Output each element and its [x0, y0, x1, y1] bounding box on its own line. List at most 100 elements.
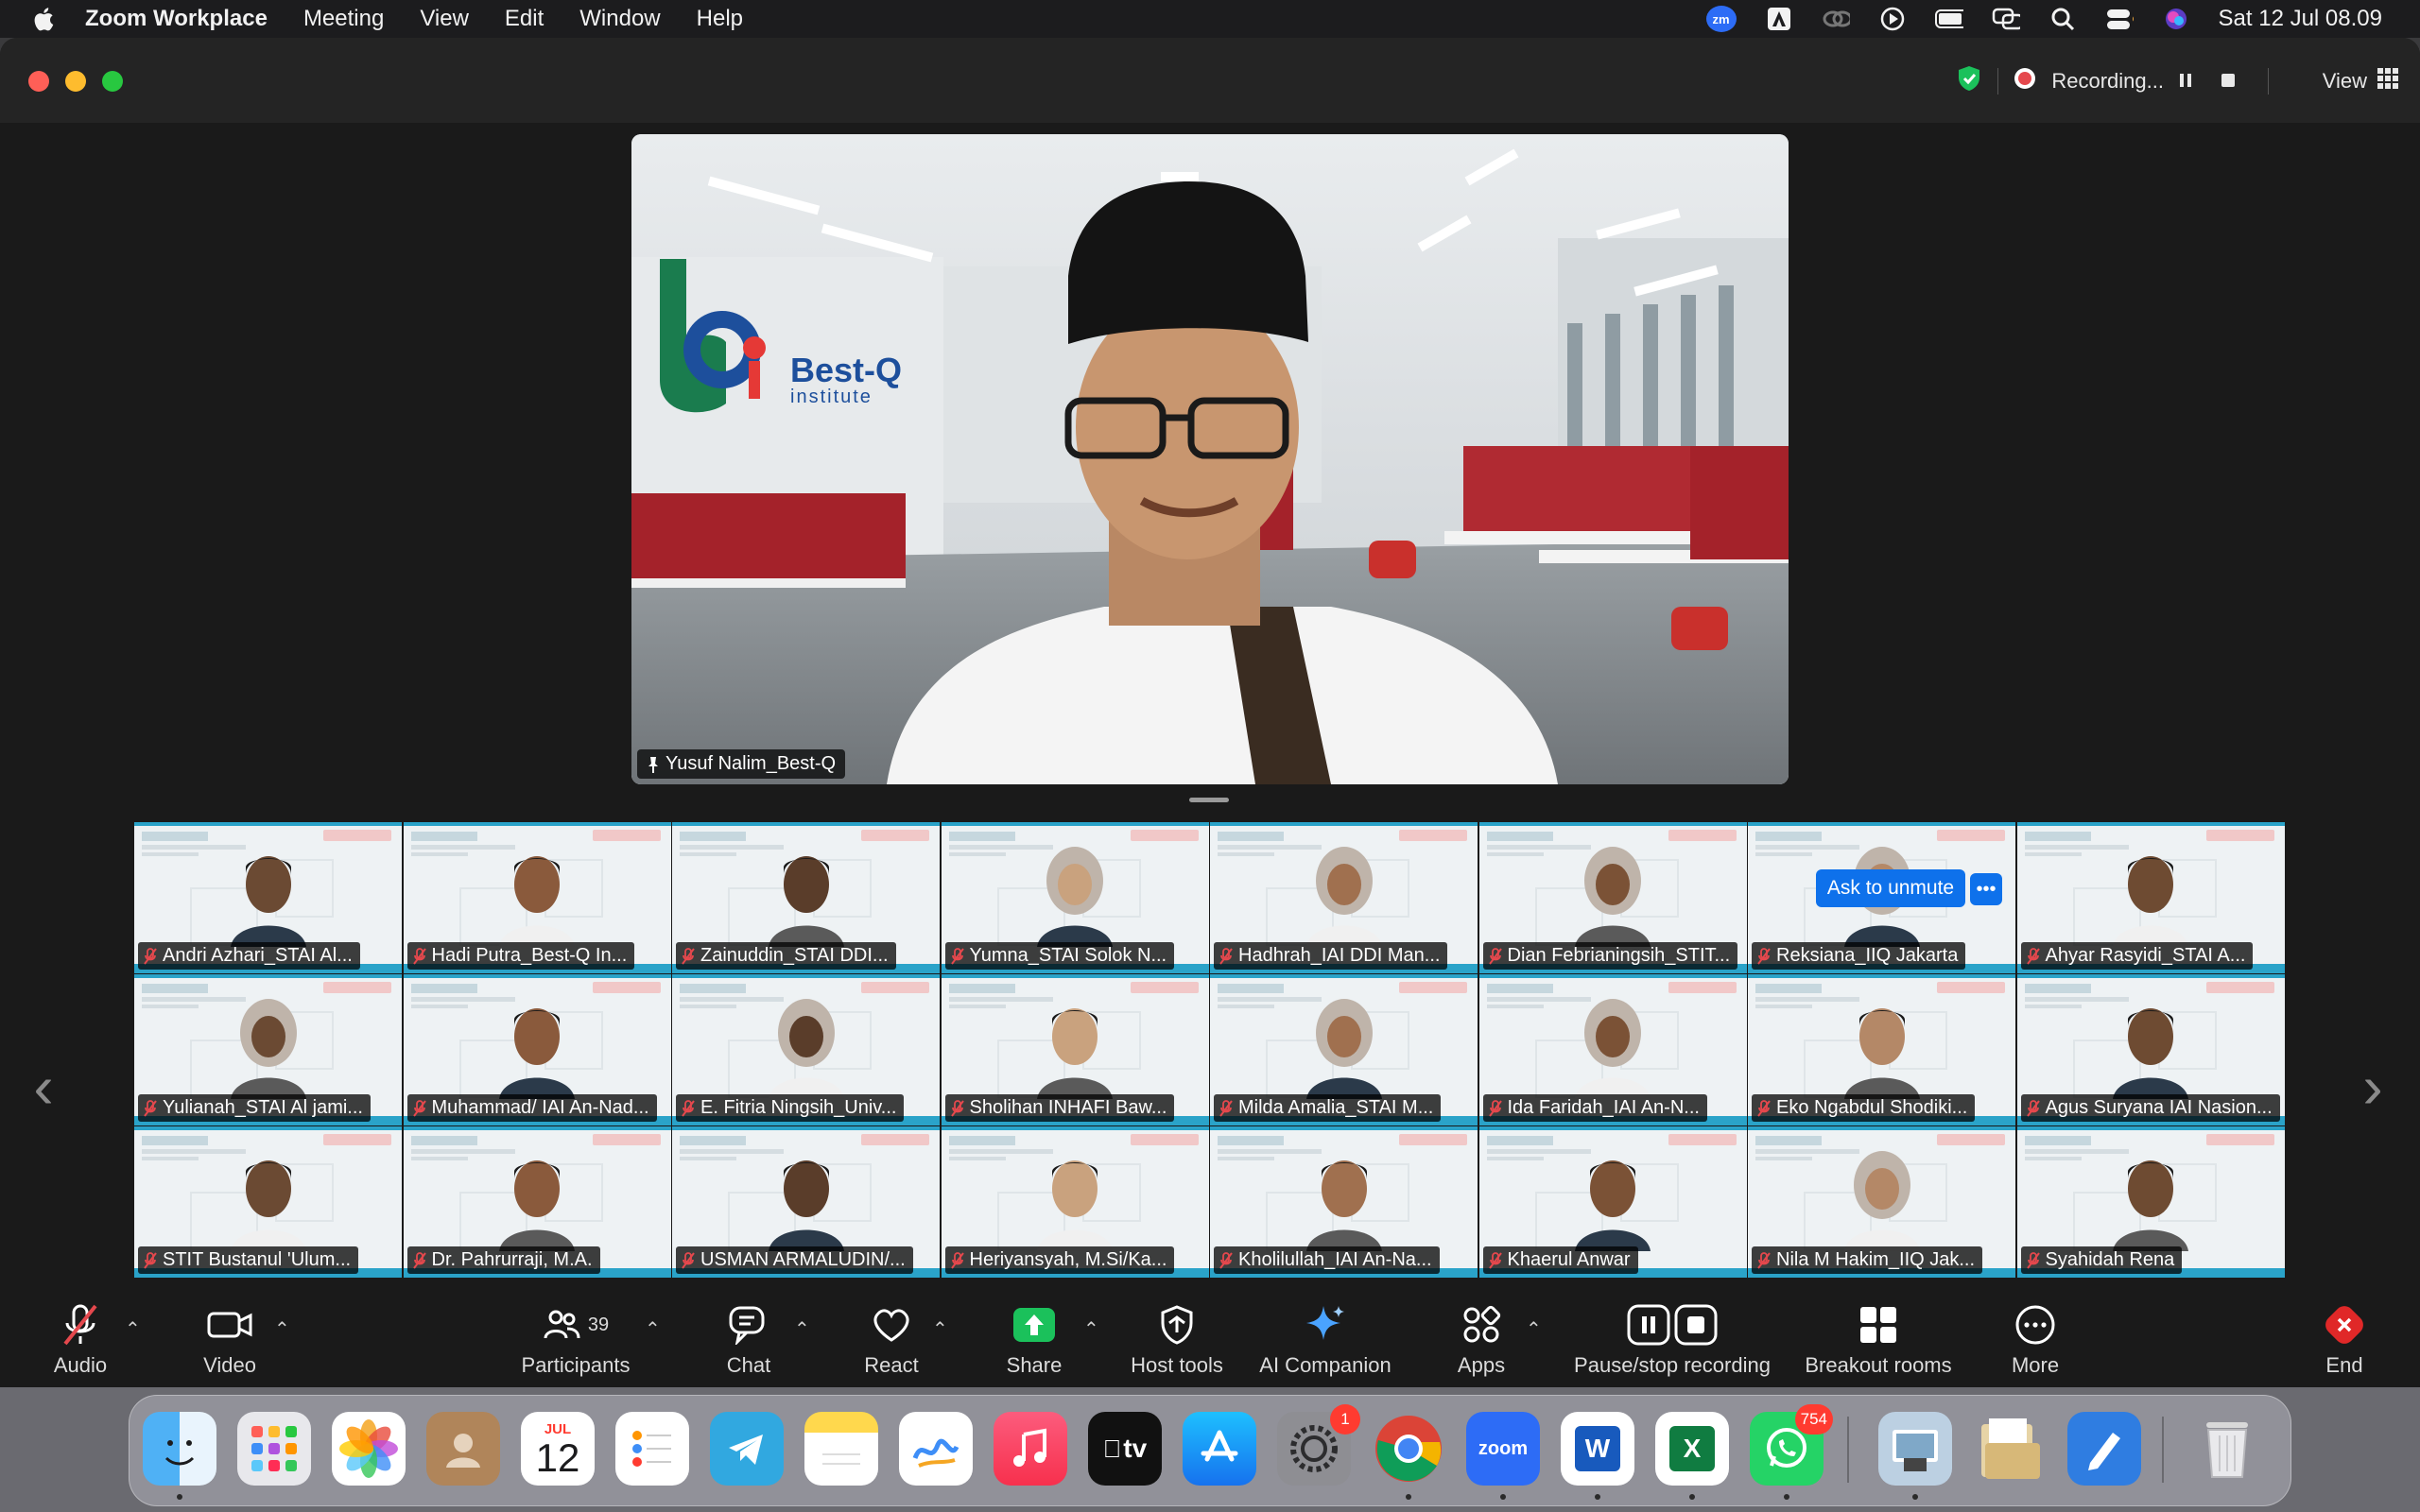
- play-status-icon[interactable]: [1878, 7, 1907, 31]
- participant-name: Reksiana_IIQ Jakarta: [1776, 945, 1959, 966]
- chat-options-chevron-icon[interactable]: ⌃: [794, 1317, 810, 1341]
- search-icon[interactable]: [2048, 7, 2077, 31]
- screen-mirroring-icon[interactable]: [1992, 7, 2020, 31]
- notes-app-icon[interactable]: [804, 1412, 878, 1486]
- zoom-status-icon[interactable]: zm: [1705, 6, 1737, 32]
- trash-icon[interactable]: [2190, 1412, 2264, 1486]
- launchpad-app-icon[interactable]: [237, 1412, 311, 1486]
- participant-tile[interactable]: STIT Bustanul 'Ulum...: [134, 1126, 402, 1278]
- participant-tile[interactable]: Khaerul Anwar: [1478, 1126, 1747, 1278]
- participant-tile[interactable]: Syahidah Rena: [2016, 1126, 2285, 1278]
- participant-tile[interactable]: Eko Ngabdul Shodiki...: [1748, 974, 2015, 1125]
- pencil-app-icon[interactable]: [2067, 1412, 2141, 1486]
- ai-companion-label: AI Companion: [1259, 1353, 1392, 1377]
- participant-tile[interactable]: Ida Faridah_IAI An-N...: [1478, 974, 1747, 1125]
- zoom-app-label: zoom: [1478, 1437, 1529, 1459]
- chrome-app-icon[interactable]: [1372, 1412, 1445, 1486]
- excel-app-icon[interactable]: X: [1655, 1412, 1729, 1486]
- pause-recording-icon[interactable]: [2179, 69, 2192, 94]
- ask-to-unmute-button[interactable]: Ask to unmute: [1816, 869, 1965, 907]
- gallery-next-page-button[interactable]: ›: [2354, 1049, 2392, 1125]
- control-center-icon[interactable]: [2105, 7, 2134, 31]
- participant-tile[interactable]: E. Fitria Ningsih_Univ...: [672, 974, 940, 1125]
- clock[interactable]: Sat 12 Jul 08.09: [2219, 6, 2382, 32]
- finder-app-icon[interactable]: [143, 1412, 216, 1486]
- more-button[interactable]: More: [1960, 1302, 2111, 1378]
- audio-options-chevron-icon[interactable]: ⌃: [125, 1317, 141, 1341]
- participants-options-chevron-icon[interactable]: ⌃: [645, 1317, 661, 1341]
- menu-bar: Zoom Workplace Meeting View Edit Window …: [0, 0, 2420, 38]
- resize-handle[interactable]: [1189, 798, 1229, 802]
- telegram-app-icon[interactable]: [710, 1412, 784, 1486]
- contacts-app-icon[interactable]: [426, 1412, 500, 1486]
- participant-tile[interactable]: Heriyansyah, M.Si/Ka...: [941, 1126, 1209, 1278]
- apple-logo-icon[interactable]: [30, 6, 57, 32]
- minimize-window-button[interactable]: [65, 71, 86, 92]
- participant-tile[interactable]: Hadhrah_IAI DDI Man...: [1210, 822, 1478, 973]
- battery-icon[interactable]: [1934, 7, 1963, 31]
- whatsapp-app-icon[interactable]: 754: [1750, 1404, 1833, 1486]
- menu-meeting[interactable]: Meeting: [303, 6, 384, 32]
- stop-recording-icon[interactable]: [2221, 69, 2236, 94]
- menu-window[interactable]: Window: [579, 6, 660, 32]
- participant-tile[interactable]: Muhammad/ IAI An-Nad...: [403, 974, 671, 1125]
- breakout-rooms-button[interactable]: Breakout rooms: [1803, 1302, 1954, 1378]
- pin-icon: [648, 756, 658, 773]
- participant-tile[interactable]: Nila M Hakim_IIQ Jak...: [1748, 1126, 2015, 1278]
- participant-tile[interactable]: Zainuddin_STAI DDI...: [672, 822, 940, 973]
- participant-tile[interactable]: Yulianah_STAI Al jami...: [134, 974, 402, 1125]
- participants-button[interactable]: 39 Participants: [500, 1302, 651, 1378]
- documents-folder-icon[interactable]: [1973, 1412, 2047, 1486]
- freeform-app-icon[interactable]: [899, 1412, 973, 1486]
- participant-tile[interactable]: Milda Amalia_STAI M...: [1210, 974, 1478, 1125]
- video-options-chevron-icon[interactable]: ⌃: [274, 1317, 290, 1341]
- security-shield-icon[interactable]: [1956, 64, 1982, 98]
- reminders-app-icon[interactable]: [615, 1412, 689, 1486]
- participant-tile[interactable]: Hadi Putra_Best-Q In...: [403, 822, 671, 973]
- font-status-icon[interactable]: [1765, 7, 1793, 31]
- close-window-button[interactable]: [28, 71, 49, 92]
- gallery-prev-page-button[interactable]: ‹: [25, 1049, 62, 1125]
- zoom-app-icon[interactable]: zoom: [1466, 1412, 1540, 1486]
- active-speaker-video[interactable]: Best-Q institute Yusuf Nalim_Best-Q: [631, 134, 1789, 784]
- participant-name: Eko Ngabdul Shodiki...: [1776, 1097, 1968, 1118]
- apps-options-chevron-icon[interactable]: ⌃: [1526, 1317, 1542, 1341]
- music-app-icon[interactable]: [994, 1412, 1067, 1486]
- share-options-chevron-icon[interactable]: ⌃: [1083, 1317, 1099, 1341]
- zoom-window-button[interactable]: [102, 71, 123, 92]
- siri-icon[interactable]: [2162, 7, 2190, 31]
- preview-app-icon[interactable]: [1878, 1412, 1952, 1486]
- view-button[interactable]: View: [2323, 62, 2399, 100]
- calendar-app-icon[interactable]: JUL 12: [521, 1412, 595, 1486]
- participant-tile[interactable]: Kholilullah_IAI An-Na...: [1210, 1126, 1478, 1278]
- menu-edit[interactable]: Edit: [505, 6, 544, 32]
- tile-more-options-button[interactable]: •••: [1970, 873, 2002, 905]
- menu-app-name[interactable]: Zoom Workplace: [85, 6, 268, 32]
- react-options-chevron-icon[interactable]: ⌃: [932, 1317, 948, 1341]
- participant-tile[interactable]: Dian Febrianingsih_STIT...: [1478, 822, 1747, 973]
- participant-tile[interactable]: Yumna_STAI Solok N...: [941, 822, 1209, 973]
- participant-tile[interactable]: Andri Azhari_STAI Al...: [134, 822, 402, 973]
- participant-name-tag: Syahidah Rena: [2020, 1246, 2183, 1274]
- participant-tile[interactable]: Sholihan INHAFI Baw...: [941, 974, 1209, 1125]
- participant-tile[interactable]: USMAN ARMALUDIN/...: [672, 1126, 940, 1278]
- pause-stop-recording-button[interactable]: Pause/stop recording: [1559, 1302, 1786, 1378]
- system-settings-app-icon[interactable]: 1: [1277, 1404, 1360, 1486]
- participant-name: Dian Febrianingsih_STIT...: [1507, 945, 1731, 966]
- participant-tile[interactable]: Agus Suryana IAI Nasion...: [2016, 974, 2285, 1125]
- more-icon: [2014, 1302, 2056, 1348]
- menu-help[interactable]: Help: [697, 6, 743, 32]
- ai-companion-button[interactable]: AI Companion: [1250, 1302, 1401, 1378]
- dock: JUL 12 tv 1 zo: [129, 1395, 2291, 1506]
- host-tools-button[interactable]: Host tools: [1101, 1302, 1253, 1378]
- apple-tv-app-icon[interactable]: tv: [1088, 1412, 1162, 1486]
- word-app-icon[interactable]: W: [1561, 1412, 1634, 1486]
- photos-app-icon[interactable]: [332, 1412, 406, 1486]
- participant-tile[interactable]: Ahyar Rasyidi_STAI A...: [2016, 822, 2285, 973]
- menu-view[interactable]: View: [420, 6, 469, 32]
- end-meeting-button[interactable]: End: [2269, 1302, 2420, 1378]
- participant-tile[interactable]: Dr. Pahrurraji, M.A.: [403, 1126, 671, 1278]
- creative-cloud-icon[interactable]: [1822, 7, 1850, 31]
- mic-muted-icon: [2026, 947, 2040, 965]
- app-store-app-icon[interactable]: [1183, 1412, 1256, 1486]
